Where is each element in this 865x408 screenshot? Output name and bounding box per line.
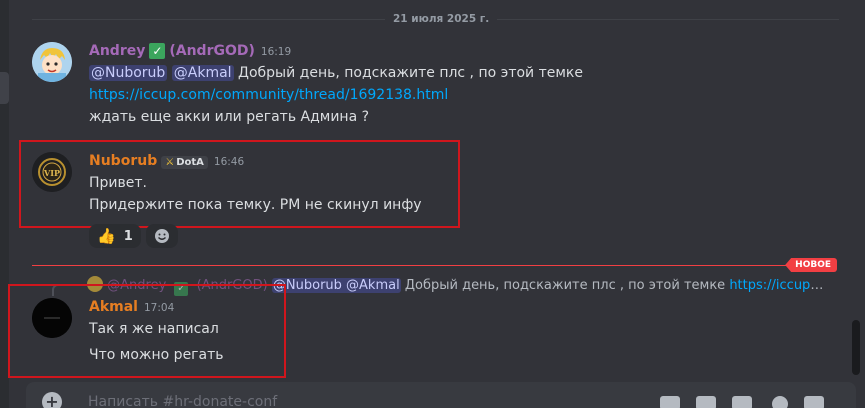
add-reaction-button[interactable]: [146, 224, 178, 248]
thread-link[interactable]: https://iccup.com/community/thread/16921…: [89, 87, 448, 103]
avatar-andrey[interactable]: [32, 42, 72, 82]
message-text: ждать еще акки или регать Админа ?: [89, 109, 370, 125]
emoji-icon[interactable]: [772, 396, 788, 408]
message-header-nuborub: Nuborub ⚔ DotA 16:46: [89, 153, 244, 169]
avatar-nuborub[interactable]: VIP: [32, 152, 72, 192]
scrollbar-thumb[interactable]: [852, 320, 860, 375]
message-header-akmal: Akmal 17:04: [89, 299, 174, 315]
date-divider-label: 21 июля 2025 г.: [385, 13, 498, 25]
gif-icon[interactable]: [696, 396, 716, 408]
avatar-akmal[interactable]: [32, 298, 72, 338]
message-link-line: https://iccup.com/community/thread/16921…: [89, 87, 448, 103]
svg-text:VIP: VIP: [43, 168, 60, 178]
message-text: Придержите пока темку. РМ не скинул инфу: [89, 197, 422, 213]
reply-link: https://iccup.com/co...: [729, 278, 827, 293]
reaction-thumbs-up[interactable]: 👍 1: [89, 224, 141, 248]
mention-akmal[interactable]: @Akmal: [171, 65, 234, 81]
check-emoji-icon: ✓: [149, 43, 166, 59]
message-input-placeholder[interactable]: Написать #hr-donate-conf: [88, 394, 277, 408]
upload-plus-icon[interactable]: +: [42, 392, 62, 408]
message-text: Привет.: [89, 175, 147, 191]
avatar-andrey-icon: [32, 42, 72, 82]
message-text: @Nuborub @Akmal Добрый день, подскажите …: [89, 65, 583, 81]
username-alias[interactable]: (AndrGOD): [169, 43, 255, 59]
sidebar-selected-channel[interactable]: [0, 72, 9, 104]
new-messages-badge: НОВОЕ: [785, 258, 837, 272]
message-text: Так я же написал: [89, 321, 219, 337]
vip-logo-icon: VIP: [32, 152, 72, 192]
username-andrey[interactable]: Andrey: [89, 43, 145, 59]
gift-icon[interactable]: [660, 396, 680, 408]
reply-mention: @Nuborub @Akmal: [271, 278, 401, 293]
role-badge-label: DotA: [176, 157, 204, 168]
apps-icon[interactable]: [804, 396, 824, 408]
reply-text: Добрый день, подскажите плс , по этой те…: [400, 278, 730, 293]
smiley-add-icon: [155, 229, 169, 243]
mention-nuborub[interactable]: @Nuborub: [89, 65, 168, 81]
avatar-akmal-icon: [32, 298, 72, 338]
reaction-count: 1: [123, 228, 133, 244]
username-akmal[interactable]: Akmal: [89, 299, 138, 315]
sticker-icon[interactable]: [732, 396, 752, 408]
thumbs-up-icon: 👍: [97, 227, 116, 245]
message-header-andrey: Andrey ✓ (AndrGOD) 16:19: [89, 43, 291, 59]
message-input-bar[interactable]: + Написать #hr-donate-conf: [26, 382, 856, 408]
sword-icon: ⚔: [165, 157, 175, 168]
message-timestamp[interactable]: 16:46: [214, 156, 244, 168]
message-text-part: Добрый день, подскажите плс , по этой те…: [233, 65, 583, 81]
role-badge[interactable]: ⚔ DotA: [161, 156, 208, 169]
message-timestamp[interactable]: 17:04: [144, 302, 174, 314]
message-text: Что можно регать: [89, 347, 224, 363]
new-messages-divider: [32, 265, 805, 266]
message-timestamp[interactable]: 16:19: [261, 46, 291, 58]
username-nuborub[interactable]: Nuborub: [89, 153, 157, 169]
